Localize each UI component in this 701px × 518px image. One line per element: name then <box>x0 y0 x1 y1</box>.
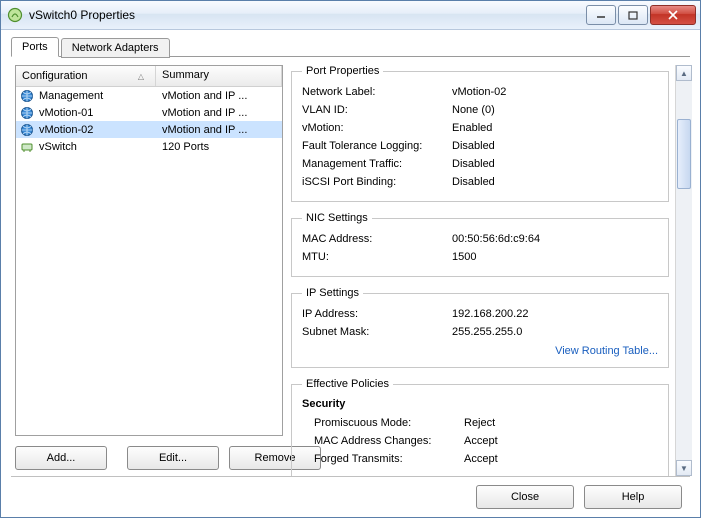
minimize-button[interactable] <box>586 5 616 25</box>
tab-ports[interactable]: Ports <box>11 37 59 57</box>
value-promiscuous-mode: Reject <box>464 417 495 429</box>
right-panel: Port Properties Network Label:vMotion-02… <box>291 65 692 476</box>
titlebar[interactable]: vSwitch0 Properties <box>1 1 700 30</box>
value-vmotion: Enabled <box>452 122 492 134</box>
add-button[interactable]: Add... <box>15 446 107 470</box>
bottom-bar: Close Help <box>1 477 700 517</box>
help-button[interactable]: Help <box>584 485 682 509</box>
value-mac-address: 00:50:56:6d:c9:64 <box>452 233 540 245</box>
list-item-summary: vMotion and IP ... <box>156 107 282 119</box>
list-item-label: vMotion-02 <box>39 124 93 136</box>
group-legend: NIC Settings <box>302 212 372 224</box>
value-vlan-id: None (0) <box>452 104 495 116</box>
view-routing-table-link[interactable]: View Routing Table... <box>302 341 658 357</box>
list-item-summary: 120 Ports <box>156 141 282 153</box>
window-title: vSwitch0 Properties <box>29 8 578 22</box>
left-panel: Configuration △ Summary Management vMo <box>15 65 283 476</box>
edit-button[interactable]: Edit... <box>127 446 219 470</box>
list-item[interactable]: vMotion-02 vMotion and IP ... <box>16 121 282 138</box>
list-item[interactable]: Management vMotion and IP ... <box>16 87 282 104</box>
list-item[interactable]: vSwitch 120 Ports <box>16 138 282 155</box>
globe-icon <box>20 123 34 137</box>
security-heading: Security <box>302 398 658 410</box>
tab-network-adapters[interactable]: Network Adapters <box>61 38 170 58</box>
label-subnet-mask: Subnet Mask: <box>302 326 452 338</box>
config-list[interactable]: Configuration △ Summary Management vMo <box>15 65 283 436</box>
header-summary[interactable]: Summary <box>156 66 282 86</box>
list-body: Management vMotion and IP ... vMotion-01… <box>16 87 282 435</box>
content-area: Configuration △ Summary Management vMo <box>1 57 700 476</box>
value-subnet-mask: 255.255.255.0 <box>452 326 522 338</box>
scroll-up-icon[interactable]: ▲ <box>676 65 692 81</box>
group-legend: IP Settings <box>302 287 363 299</box>
effective-policies-group: Effective Policies Security Promiscuous … <box>291 378 669 476</box>
ip-settings-group: IP Settings IP Address:192.168.200.22 Su… <box>291 287 669 368</box>
app-icon <box>7 7 23 23</box>
value-mtu: 1500 <box>452 251 476 263</box>
label-fault-tolerance: Fault Tolerance Logging: <box>302 140 452 152</box>
value-network-label: vMotion-02 <box>452 86 506 98</box>
label-mac-address: MAC Address: <box>302 233 452 245</box>
close-button[interactable]: Close <box>476 485 574 509</box>
scroll-down-icon[interactable]: ▼ <box>676 460 692 476</box>
globe-icon <box>20 106 34 120</box>
label-vmotion: vMotion: <box>302 122 452 134</box>
list-item-label: Management <box>39 90 103 102</box>
vertical-scrollbar[interactable]: ▲ ▼ <box>675 65 692 476</box>
maximize-button[interactable] <box>618 5 648 25</box>
list-item-label: vSwitch <box>39 141 77 153</box>
scroll-thumb[interactable] <box>677 119 691 189</box>
port-properties-group: Port Properties Network Label:vMotion-02… <box>291 65 669 202</box>
left-buttons: Add... Edit... Remove <box>15 436 283 476</box>
details-scroll-area: Port Properties Network Label:vMotion-02… <box>291 65 673 476</box>
list-headers[interactable]: Configuration △ Summary <box>16 66 282 87</box>
list-item-summary: vMotion and IP ... <box>156 124 282 136</box>
scroll-track[interactable] <box>676 81 692 460</box>
header-configuration[interactable]: Configuration △ <box>16 66 156 86</box>
label-forged-transmits: Forged Transmits: <box>302 453 464 465</box>
label-iscsi-binding: iSCSI Port Binding: <box>302 176 452 188</box>
tabs: Ports Network Adapters <box>1 30 700 56</box>
list-item-summary: vMotion and IP ... <box>156 90 282 102</box>
value-ip-address: 192.168.200.22 <box>452 308 528 320</box>
header-configuration-label: Configuration <box>22 70 87 82</box>
value-iscsi-binding: Disabled <box>452 176 495 188</box>
label-ip-address: IP Address: <box>302 308 452 320</box>
label-mac-changes: MAC Address Changes: <box>302 435 464 447</box>
group-legend: Effective Policies <box>302 378 393 390</box>
list-item-label: vMotion-01 <box>39 107 93 119</box>
close-window-button[interactable] <box>650 5 696 25</box>
value-fault-tolerance: Disabled <box>452 140 495 152</box>
label-network-label: Network Label: <box>302 86 452 98</box>
value-management-traffic: Disabled <box>452 158 495 170</box>
label-vlan-id: VLAN ID: <box>302 104 452 116</box>
label-mtu: MTU: <box>302 251 452 263</box>
value-mac-changes: Accept <box>464 435 498 447</box>
nic-settings-group: NIC Settings MAC Address:00:50:56:6d:c9:… <box>291 212 669 277</box>
sort-indicator-icon: △ <box>138 72 149 81</box>
switch-icon <box>20 140 34 154</box>
list-item[interactable]: vMotion-01 vMotion and IP ... <box>16 104 282 121</box>
group-legend: Port Properties <box>302 65 383 77</box>
window-frame: vSwitch0 Properties Ports Network Adapte… <box>0 0 701 518</box>
globe-icon <box>20 89 34 103</box>
value-forged-transmits: Accept <box>464 453 498 465</box>
label-management-traffic: Management Traffic: <box>302 158 452 170</box>
label-promiscuous-mode: Promiscuous Mode: <box>302 417 464 429</box>
